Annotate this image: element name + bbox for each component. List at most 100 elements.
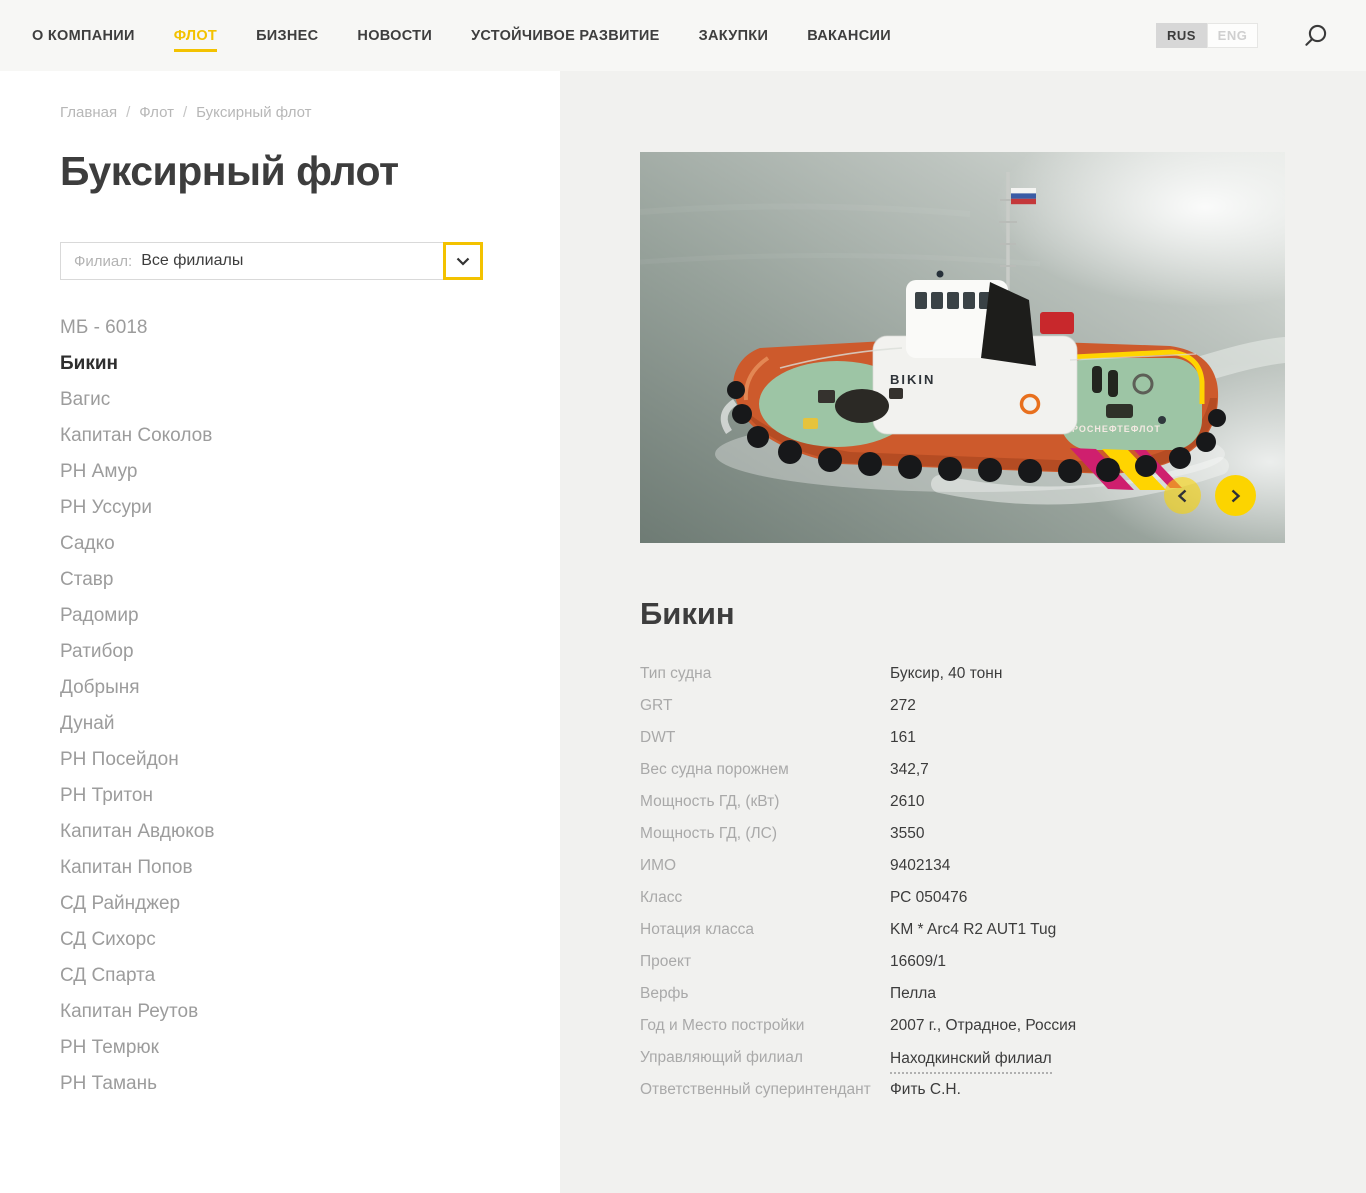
spec-value: Пелла bbox=[890, 978, 936, 1010]
vessel-list-item[interactable]: РН Тамань bbox=[60, 1066, 500, 1102]
vessel-list-item[interactable]: Капитан Реутов bbox=[60, 994, 500, 1030]
prev-image-button[interactable] bbox=[1164, 477, 1201, 514]
image-carousel-controls bbox=[1164, 475, 1256, 516]
nav-item-business[interactable]: БИЗНЕС bbox=[256, 28, 318, 52]
vessel-list-item[interactable]: Бикин bbox=[60, 346, 500, 382]
spec-value: 2007 г., Отрадное, Россия bbox=[890, 1010, 1076, 1042]
spec-value: Буксир, 40 тонн bbox=[890, 658, 1002, 690]
vessel-list-item[interactable]: РН Тритон bbox=[60, 778, 500, 814]
spec-row: Мощность ГД, (кВт)2610 bbox=[640, 786, 1240, 818]
spec-table: Тип суднаБуксир, 40 тоннGRT272DWT161Вес … bbox=[640, 658, 1240, 1106]
breadcrumb-item[interactable]: Главная bbox=[60, 104, 117, 121]
vessel-list-item[interactable]: СД Спарта bbox=[60, 958, 500, 994]
vessel-detail-panel: РОСНЕФТЕФЛОТ bbox=[560, 71, 1366, 1193]
spec-row: Проект16609/1 bbox=[640, 946, 1240, 978]
spec-value: 161 bbox=[890, 722, 916, 754]
vessel-list-item[interactable]: Ставр bbox=[60, 562, 500, 598]
vessel-list-item[interactable]: СД Райнджер bbox=[60, 886, 500, 922]
search-button[interactable] bbox=[1302, 22, 1330, 50]
spec-value: 2610 bbox=[890, 786, 924, 818]
vessel-list-item[interactable]: Капитан Авдюков bbox=[60, 814, 500, 850]
spec-value: 16609/1 bbox=[890, 946, 946, 978]
nav-item-fleet[interactable]: ФЛОТ bbox=[174, 28, 217, 52]
vessel-list-item[interactable]: Капитан Попов bbox=[60, 850, 500, 886]
vessel-list-item[interactable]: РН Посейдон bbox=[60, 742, 500, 778]
spec-label: Нотация класса bbox=[640, 914, 890, 946]
spec-label: DWT bbox=[640, 722, 890, 754]
spec-row: DWT161 bbox=[640, 722, 1240, 754]
spec-value-link[interactable]: Находкинский филиал bbox=[890, 1045, 1052, 1074]
top-navigation-bar: О КОМПАНИИ ФЛОТ БИЗНЕС НОВОСТИ УСТОЙЧИВОЕ РА… bbox=[0, 0, 1366, 71]
vessel-list-item[interactable]: РН Темрюк bbox=[60, 1030, 500, 1066]
spec-value: 3550 bbox=[890, 818, 924, 850]
spec-value: Фить С.Н. bbox=[890, 1074, 961, 1106]
spec-row: ИМО9402134 bbox=[640, 850, 1240, 882]
hull-text: РОСНЕФТЕФЛОТ bbox=[1072, 424, 1161, 434]
vessel-list-item[interactable]: Дунай bbox=[60, 706, 500, 742]
nav-item-vacancies[interactable]: ВАКАНСИИ bbox=[807, 28, 891, 52]
spec-label: Мощность ГД, (ЛС) bbox=[640, 818, 890, 850]
vessel-list-item[interactable]: Ратибор bbox=[60, 634, 500, 670]
spec-value: KM * Arc4 R2 AUT1 Tug bbox=[890, 914, 1056, 946]
vessel-list-item[interactable]: РН Амур bbox=[60, 454, 500, 490]
spec-row: GRT272 bbox=[640, 690, 1240, 722]
spec-label: Мощность ГД, (кВт) bbox=[640, 786, 890, 818]
page-title: Буксирный флот bbox=[60, 148, 500, 195]
vessel-list-item[interactable]: Радомир bbox=[60, 598, 500, 634]
spec-label: Класс bbox=[640, 882, 890, 914]
breadcrumb: Главная / Флот / Буксирный флот bbox=[60, 104, 500, 121]
next-image-button[interactable] bbox=[1215, 475, 1256, 516]
chevron-right-icon bbox=[1230, 489, 1241, 503]
magnifier-icon bbox=[1303, 23, 1329, 49]
vessel-list-item[interactable]: Вагис bbox=[60, 382, 500, 418]
vessel-list-item[interactable]: Добрыня bbox=[60, 670, 500, 706]
nav-item-sustainability[interactable]: УСТОЙЧИВОЕ РАЗВИТИЕ bbox=[471, 28, 660, 52]
spec-row: Мощность ГД, (ЛС)3550 bbox=[640, 818, 1240, 850]
nav-item-about[interactable]: О КОМПАНИИ bbox=[32, 28, 135, 52]
vessel-list-item[interactable]: Садко bbox=[60, 526, 500, 562]
fleet-sidebar: Главная / Флот / Буксирный флот Буксирный фл… bbox=[0, 71, 560, 1193]
chevron-down-icon bbox=[456, 257, 470, 266]
nav-item-procurement[interactable]: ЗАКУПКИ bbox=[699, 28, 769, 52]
nav-item-news[interactable]: НОВОСТИ bbox=[357, 28, 432, 52]
vessel-list-item[interactable]: Капитан Соколов bbox=[60, 418, 500, 454]
vessel-photo-carousel: РОСНЕФТЕФЛОТ bbox=[640, 152, 1285, 543]
branch-filter[interactable]: Филиал: Все филиалы bbox=[60, 242, 483, 280]
spec-row: Тип суднаБуксир, 40 тонн bbox=[640, 658, 1240, 690]
chevron-left-icon bbox=[1177, 489, 1188, 503]
vessel-list-item[interactable]: МБ - 6018 bbox=[60, 310, 500, 346]
breadcrumb-item[interactable]: Флот bbox=[139, 104, 174, 121]
spec-row: Год и Место постройки2007 г., Отрадное, … bbox=[640, 1010, 1240, 1042]
vessel-detail-title: Бикин bbox=[640, 596, 1366, 632]
spec-label: Проект bbox=[640, 946, 890, 978]
lang-rus-button[interactable]: RUS bbox=[1156, 23, 1207, 48]
breadcrumb-separator: / bbox=[126, 104, 130, 121]
breadcrumb-item: Буксирный флот bbox=[196, 104, 311, 121]
russian-flag bbox=[1011, 188, 1036, 204]
spec-row: КлассРС 050476 bbox=[640, 882, 1240, 914]
breadcrumb-separator: / bbox=[183, 104, 187, 121]
spec-row: Нотация классаKM * Arc4 R2 AUT1 Tug bbox=[640, 914, 1240, 946]
spec-label: Тип судна bbox=[640, 658, 890, 690]
vessel-list: МБ - 6018БикинВагисКапитан СоколовРН Аму… bbox=[60, 310, 500, 1102]
spec-row: ВерфьПелла bbox=[640, 978, 1240, 1010]
spec-row: Ответственный суперинтендантФить С.Н. bbox=[640, 1074, 1240, 1106]
spec-label: Вес судна порожнем bbox=[640, 754, 890, 786]
vessel-list-item[interactable]: РН Уссури bbox=[60, 490, 500, 526]
branch-filter-value: Все филиалы bbox=[141, 252, 243, 270]
page: О КОМПАНИИ ФЛОТ БИЗНЕС НОВОСТИ УСТОЙЧИВОЕ РА… bbox=[0, 0, 1366, 1193]
vessel-list-item[interactable]: СД Сихорс bbox=[60, 922, 500, 958]
spec-row: Управляющий филиалНаходкинский филиал bbox=[640, 1042, 1240, 1074]
spec-value: РС 050476 bbox=[890, 882, 967, 914]
language-switcher: RUS ENG bbox=[1156, 23, 1258, 48]
spec-label: Ответственный суперинтендант bbox=[640, 1074, 890, 1106]
spec-value: 9402134 bbox=[890, 850, 950, 882]
spec-label: Управляющий филиал bbox=[640, 1042, 890, 1074]
branch-filter-toggle-button[interactable] bbox=[443, 242, 483, 280]
spec-label: ИМО bbox=[640, 850, 890, 882]
spec-label: Год и Место постройки bbox=[640, 1010, 890, 1042]
lang-eng-button[interactable]: ENG bbox=[1207, 23, 1258, 48]
spec-value: 272 bbox=[890, 690, 916, 722]
spec-value: 342,7 bbox=[890, 754, 929, 786]
spec-row: Вес судна порожнем342,7 bbox=[640, 754, 1240, 786]
